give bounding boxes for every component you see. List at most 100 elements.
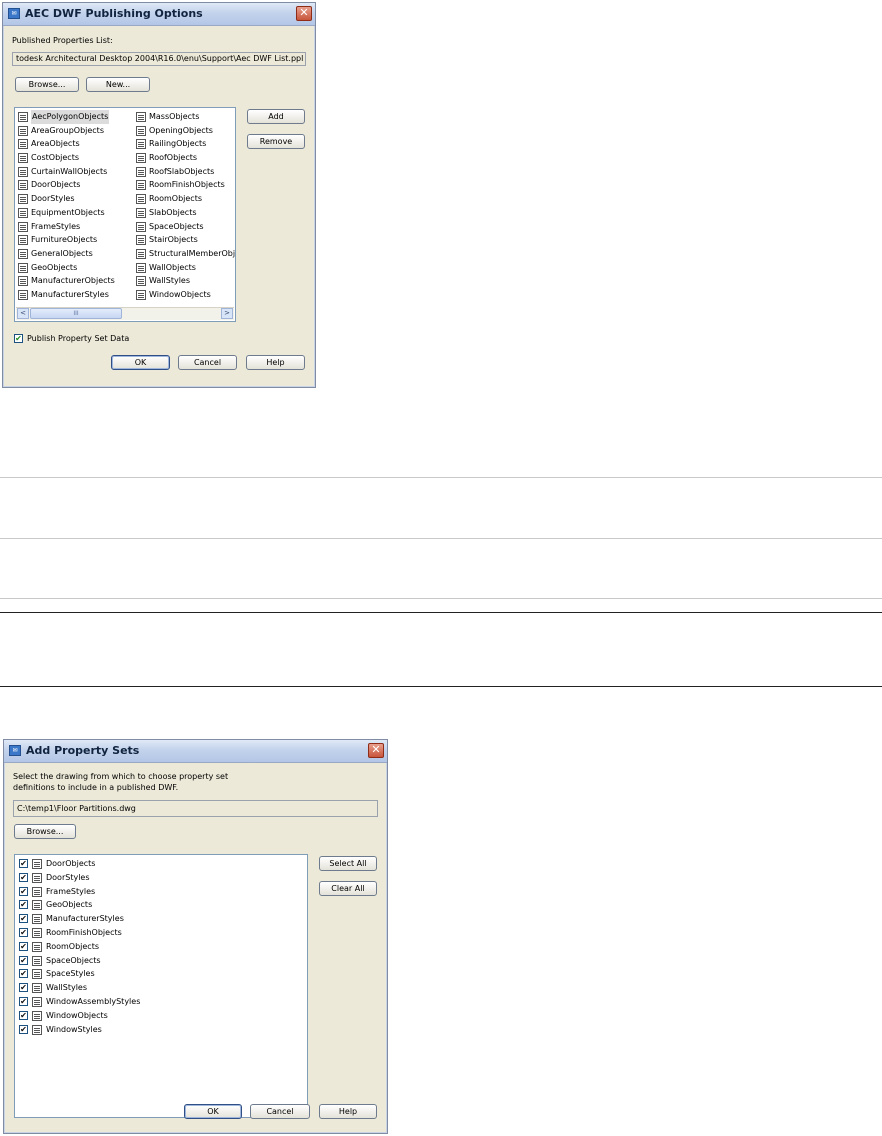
object-list-item[interactable]: ManufacturerObjects <box>18 274 136 288</box>
property-set-icon <box>18 248 28 259</box>
property-set-item[interactable]: ✔ SpaceStyles <box>19 967 304 981</box>
ok-button[interactable]: OK <box>111 355 170 370</box>
property-set-checkbox[interactable]: ✔ <box>19 900 28 910</box>
object-list-item[interactable]: CurtainWallObjects <box>18 165 136 179</box>
object-list-item[interactable]: GeneralObjects <box>18 247 136 261</box>
object-list-item[interactable]: SlabObjects <box>136 206 235 220</box>
property-set-item[interactable]: ✔ ManufacturerStyles <box>19 912 304 926</box>
object-list-item[interactable]: WindowObjects <box>136 288 235 302</box>
object-list-item[interactable]: RailingObjects <box>136 137 235 151</box>
property-set-item[interactable]: ✔ DoorObjects <box>19 857 304 871</box>
object-list-item[interactable]: WallStyles <box>136 274 235 288</box>
object-list-item[interactable]: GeoObjects <box>18 261 136 275</box>
close-button[interactable]: ✕ <box>296 6 312 21</box>
object-list-item[interactable]: DoorObjects <box>18 178 136 192</box>
dialog-titlebar[interactable]: ✉ AEC DWF Publishing Options ✕ <box>3 3 315 26</box>
property-set-checkbox[interactable]: ✔ <box>19 872 28 882</box>
property-set-checkbox[interactable]: ✔ <box>19 983 28 993</box>
property-set-checkbox[interactable]: ✔ <box>19 955 28 965</box>
property-set-checkbox[interactable]: ✔ <box>19 927 28 937</box>
object-list-item[interactable]: StructuralMemberObje <box>136 247 236 261</box>
property-set-item[interactable]: ✔ FrameStyles <box>19 885 304 899</box>
item-label: CostObjects <box>31 153 80 163</box>
property-set-item[interactable]: ✔ WallStyles <box>19 981 304 995</box>
cancel-button[interactable]: Cancel <box>250 1104 310 1119</box>
object-list-item[interactable]: MassObjects <box>136 110 235 124</box>
property-set-checkbox[interactable]: ✔ <box>19 996 28 1006</box>
property-set-checkbox[interactable]: ✔ <box>19 886 28 896</box>
property-set-item[interactable]: ✔ WindowObjects <box>19 1009 304 1023</box>
object-list-item[interactable]: RoofObjects <box>136 151 235 165</box>
property-set-item[interactable]: ✔ SpaceObjects <box>19 954 304 968</box>
new-button[interactable]: New... <box>86 77 150 92</box>
remove-button[interactable]: Remove <box>247 134 305 149</box>
property-set-icon <box>18 166 28 177</box>
object-types-listbox[interactable]: AecPolygonObjects AreaGroupObjects AreaObj… <box>14 107 236 322</box>
item-label: StructuralMemberObje <box>149 248 236 258</box>
object-list-item[interactable]: RoofSlabObjects <box>136 165 235 179</box>
object-list-item[interactable]: StairObjects <box>136 233 235 247</box>
property-set-icon <box>136 180 146 191</box>
object-list-item[interactable]: RoomObjects <box>136 192 235 206</box>
property-set-icon <box>18 221 28 232</box>
item-label: FrameStyles <box>31 221 81 231</box>
property-set-item[interactable]: ✔ GeoObjects <box>19 898 304 912</box>
object-list-item[interactable]: SpaceObjects <box>136 220 235 234</box>
help-button[interactable]: Help <box>246 355 305 370</box>
property-set-checkbox[interactable]: ✔ <box>19 969 28 979</box>
scroll-thumb[interactable]: III <box>30 308 122 319</box>
property-set-icon <box>136 125 146 136</box>
property-set-checkbox[interactable]: ✔ <box>19 859 28 868</box>
object-list-item[interactable]: FrameStyles <box>18 220 136 234</box>
object-list-item[interactable]: WallObjects <box>136 261 235 275</box>
horizontal-scrollbar[interactable]: < III > <box>16 307 234 320</box>
property-set-icon <box>18 194 28 205</box>
dialog-titlebar[interactable]: ✉ Add Property Sets ✕ <box>4 740 387 763</box>
item-label: RoomObjects <box>46 941 100 951</box>
item-label: ManufacturerObjects <box>31 276 115 286</box>
property-set-icon <box>136 112 146 122</box>
property-set-checkbox[interactable]: ✔ <box>19 914 28 924</box>
scroll-left-button[interactable]: < <box>17 308 29 319</box>
ok-button[interactable]: OK <box>184 1104 242 1119</box>
publish-property-set-data-checkbox[interactable]: ✔ <box>14 334 23 343</box>
property-set-item[interactable]: ✔ WindowAssemblyStyles <box>19 995 304 1009</box>
property-set-icon <box>136 139 146 150</box>
property-set-item[interactable]: ✔ WindowStyles <box>19 1023 304 1037</box>
scroll-right-button[interactable]: > <box>221 308 233 319</box>
item-label: CurtainWallObjects <box>31 166 108 176</box>
aec-dwf-publishing-options-dialog: ✉ AEC DWF Publishing Options ✕ Published… <box>2 2 316 388</box>
object-list-item[interactable]: AreaObjects <box>18 137 136 151</box>
select-all-button[interactable]: Select All <box>319 856 377 871</box>
property-set-checkbox[interactable]: ✔ <box>19 1024 28 1034</box>
property-sets-listbox[interactable]: ✔ DoorObjects ✔ DoorStyles ✔ FrameStyles ✔ GeoO… <box>14 854 308 1118</box>
property-set-icon <box>32 900 42 911</box>
property-set-item[interactable]: ✔ DoorStyles <box>19 871 304 885</box>
object-list-item[interactable]: CostObjects <box>18 151 136 165</box>
object-list-item[interactable]: FurnitureObjects <box>18 233 136 247</box>
object-list-item[interactable]: DoorStyles <box>18 192 136 206</box>
object-list-item[interactable]: AecPolygonObjects <box>18 110 136 124</box>
object-list-item[interactable]: AreaGroupObjects <box>18 124 136 138</box>
property-set-checkbox[interactable]: ✔ <box>19 941 28 951</box>
object-list-item[interactable]: ManufacturerStyles <box>18 288 136 302</box>
object-list-item[interactable]: RoomFinishObjects <box>136 178 235 192</box>
drawing-path-field[interactable]: C:\temp1\Floor Partitions.dwg <box>13 800 378 817</box>
published-properties-path-field[interactable]: todesk Architectural Desktop 2004\R16.0\… <box>12 52 306 66</box>
cancel-button[interactable]: Cancel <box>178 355 237 370</box>
object-list-item[interactable]: EquipmentObjects <box>18 206 136 220</box>
property-set-item[interactable]: ✔ RoomFinishObjects <box>19 926 304 940</box>
add-button[interactable]: Add <box>247 109 305 124</box>
publish-property-set-data-label[interactable]: Publish Property Set Data <box>27 334 129 343</box>
clear-all-button[interactable]: Clear All <box>319 881 377 896</box>
close-button[interactable]: ✕ <box>368 743 384 758</box>
item-label: DoorObjects <box>46 859 96 868</box>
property-set-item[interactable]: ✔ RoomObjects <box>19 940 304 954</box>
object-list-item[interactable]: OpeningObjects <box>136 124 235 138</box>
property-set-checkbox[interactable]: ✔ <box>19 1010 28 1020</box>
separator-rule <box>0 477 882 478</box>
browse-button[interactable]: Browse... <box>15 77 79 92</box>
browse-button[interactable]: Browse... <box>14 824 76 839</box>
separator-rule <box>0 538 882 539</box>
help-button[interactable]: Help <box>319 1104 377 1119</box>
